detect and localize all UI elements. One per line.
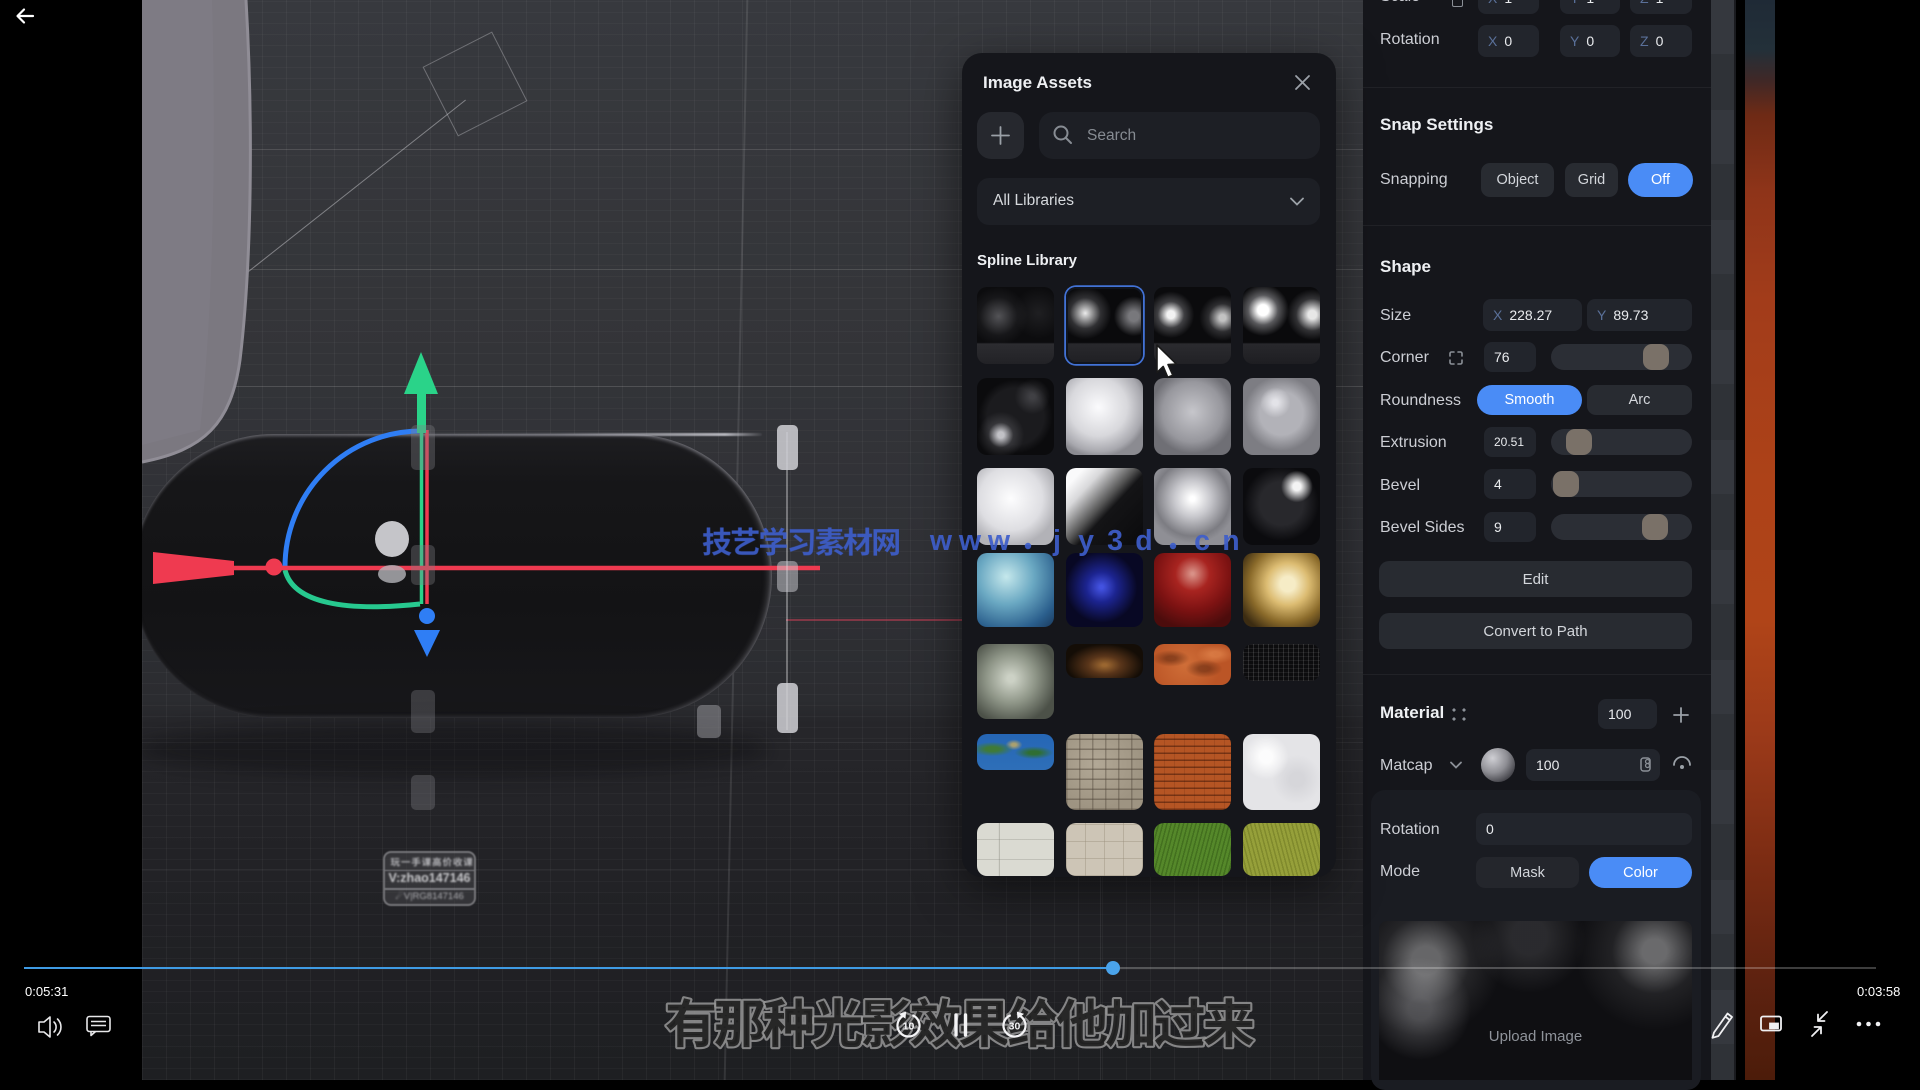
svg-text:10: 10 (903, 1021, 915, 1033)
svg-text:30: 30 (1009, 1021, 1021, 1033)
